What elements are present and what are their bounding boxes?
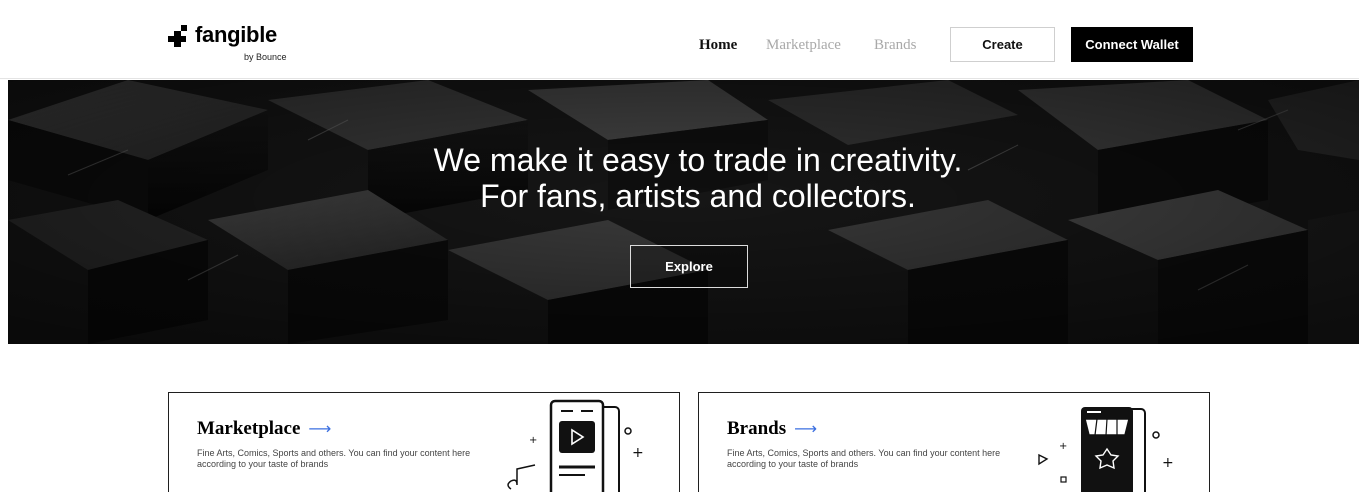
brands-card-title-text: Brands xyxy=(727,418,787,439)
brands-card-title[interactable]: Brands ⟶ xyxy=(727,418,817,440)
fangible-logo[interactable]: fangible by Bounce xyxy=(168,22,308,66)
svg-text:+: + xyxy=(1162,455,1174,471)
hero-heading-line-2: For fans, artists and collectors. xyxy=(480,178,916,214)
brands-card[interactable]: Brands ⟶ Fine Arts, Comics, Sports and ot… xyxy=(698,392,1210,492)
hero-heading: We make it easy to trade in creativity. … xyxy=(8,142,1359,214)
marketplace-card-title-text: Marketplace xyxy=(197,418,301,439)
phone-play-icon: + + xyxy=(507,399,644,492)
hero-heading-line-1: We make it easy to trade in creativity. xyxy=(433,142,963,178)
hero-banner: We make it easy to trade in creativity. … xyxy=(8,80,1359,344)
nav-brands[interactable]: Brands xyxy=(874,36,917,54)
phone-store-icon: + + xyxy=(1038,407,1174,492)
nav-home[interactable]: Home xyxy=(699,36,737,54)
create-button[interactable]: Create xyxy=(950,27,1055,62)
explore-button[interactable]: Explore xyxy=(630,245,748,288)
arrow-right-icon: ⟶ xyxy=(794,419,818,438)
plus-logo-icon xyxy=(168,25,187,47)
arrow-right-icon: ⟶ xyxy=(308,419,332,438)
svg-text:+: + xyxy=(529,435,537,446)
marketplace-card-description: Fine Arts, Comics, Sports and others. Yo… xyxy=(197,448,471,469)
site-header: fangible by Bounce Home Marketplace Bran… xyxy=(0,0,1359,79)
marketplace-card-title[interactable]: Marketplace ⟶ xyxy=(197,418,331,440)
brands-card-description: Fine Arts, Comics, Sports and others. Yo… xyxy=(727,448,1001,469)
nav-marketplace[interactable]: Marketplace xyxy=(766,36,841,54)
connect-wallet-button[interactable]: Connect Wallet xyxy=(1071,27,1193,62)
svg-text:+: + xyxy=(1059,441,1067,452)
logo-text: fangible xyxy=(195,22,277,47)
svg-text:+: + xyxy=(632,445,644,461)
marketplace-card[interactable]: Marketplace ⟶ Fine Arts, Comics, Sports a… xyxy=(168,392,680,492)
logo-subtitle: by Bounce xyxy=(244,52,287,62)
